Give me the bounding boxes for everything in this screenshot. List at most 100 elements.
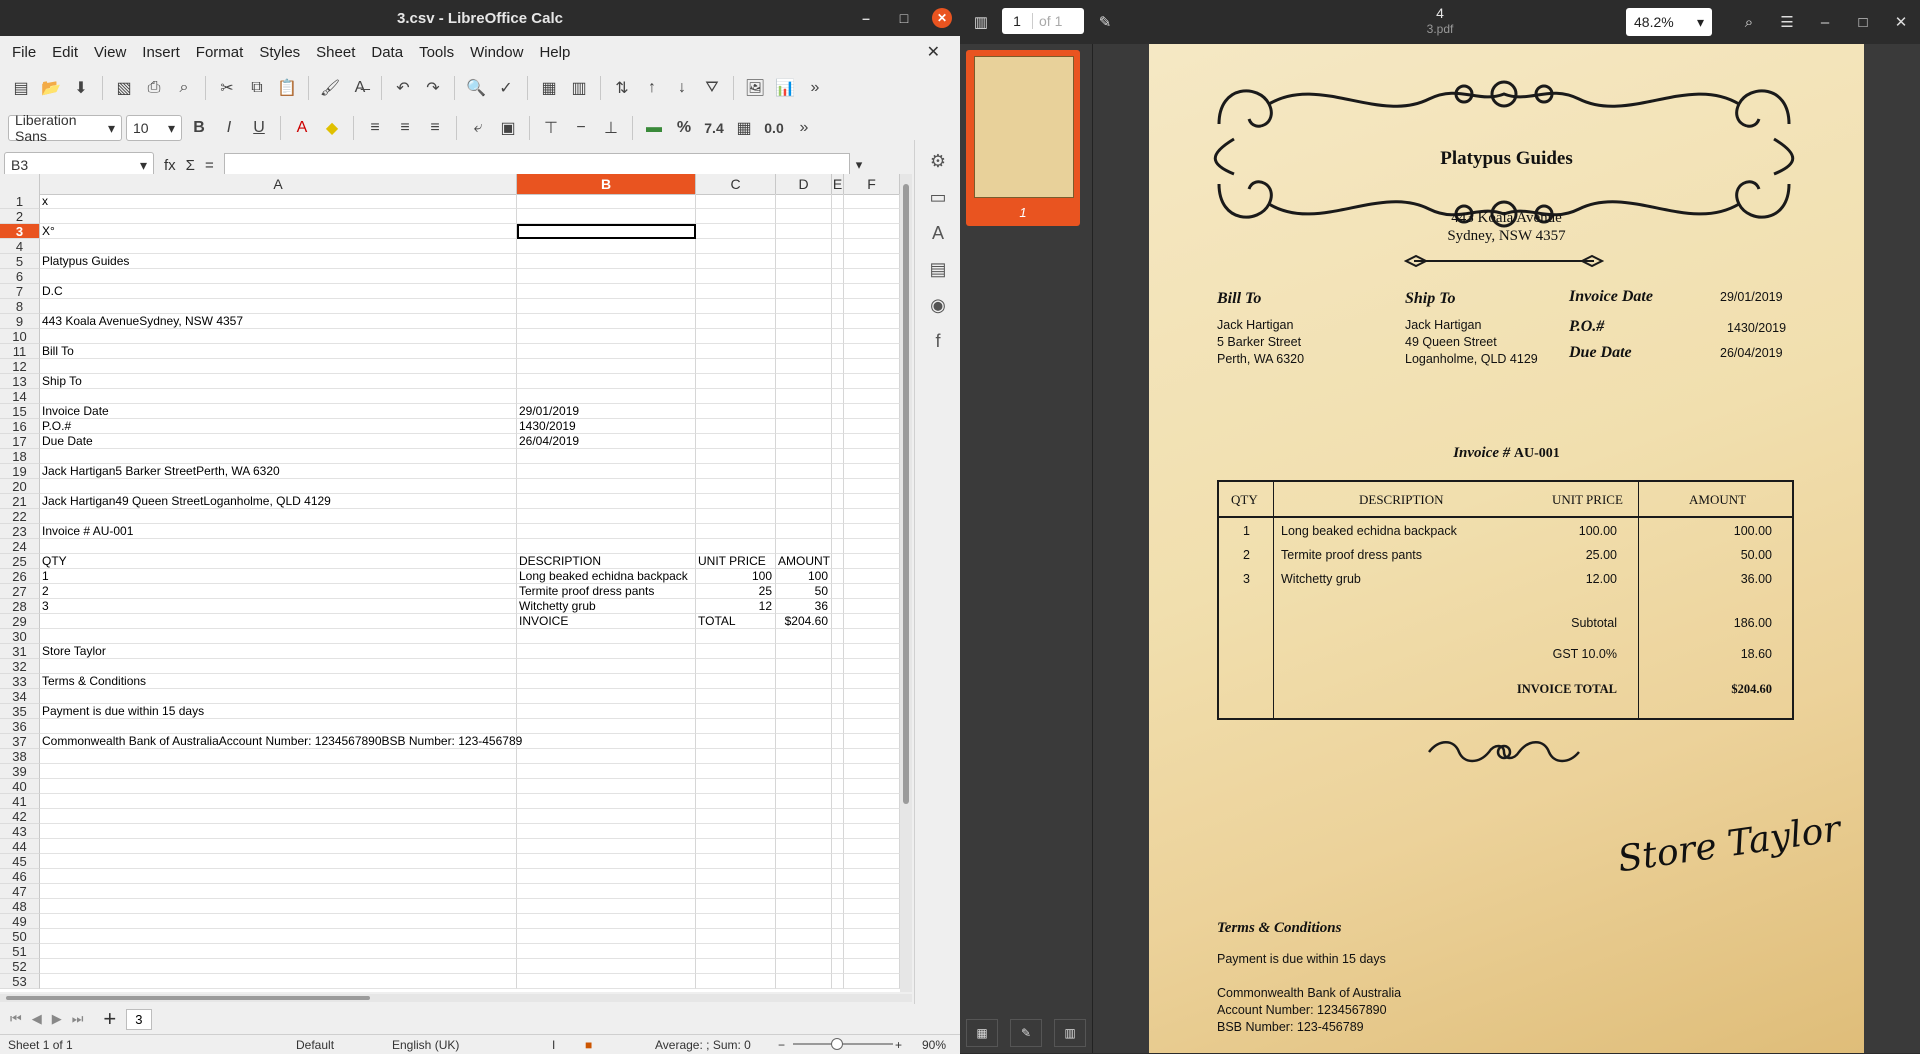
cell-a43[interactable] (40, 824, 517, 839)
cell-b30[interactable] (517, 629, 696, 644)
cell-c7[interactable] (696, 284, 776, 299)
cell-c3[interactable] (696, 224, 776, 239)
print-icon[interactable]: ⎙ (141, 74, 167, 102)
cell-empty[interactable] (832, 494, 844, 509)
cell-empty[interactable] (844, 554, 900, 569)
cell-c29[interactable]: TOTAL (696, 614, 776, 629)
cell-empty[interactable] (832, 974, 844, 989)
row-header[interactable]: 35 (0, 704, 40, 719)
cell-empty[interactable] (832, 404, 844, 419)
cell-a35[interactable]: Payment is due within 15 days (40, 704, 517, 719)
cell-empty[interactable] (844, 524, 900, 539)
row-header[interactable]: 19 (0, 464, 40, 479)
cell-a52[interactable] (40, 959, 517, 974)
cell-a48[interactable] (40, 899, 517, 914)
cell-b28[interactable]: Witchetty grub (517, 599, 696, 614)
cell-d41[interactable] (776, 794, 832, 809)
cell-d25[interactable]: AMOUNT (776, 554, 832, 569)
cell-a19[interactable]: Jack Hartigan5 Barker StreetPerth, WA 63… (40, 464, 517, 479)
cell-b17[interactable]: 26/04/2019 (517, 434, 696, 449)
cell-a40[interactable] (40, 779, 517, 794)
menu-window[interactable]: Window (462, 44, 531, 61)
cell-a2[interactable] (40, 209, 517, 224)
cell-b20[interactable] (517, 479, 696, 494)
cell-empty[interactable] (844, 614, 900, 629)
cell-empty[interactable] (844, 374, 900, 389)
cell-empty[interactable] (832, 524, 844, 539)
row-header[interactable]: 8 (0, 299, 40, 314)
annotations-view-icon[interactable]: ✎ (1010, 1019, 1042, 1047)
navigator-icon[interactable]: ◉ (923, 290, 953, 320)
cell-empty[interactable] (844, 359, 900, 374)
cell-d50[interactable] (776, 929, 832, 944)
cell-empty[interactable] (832, 224, 844, 239)
cell-d9[interactable] (776, 314, 832, 329)
cell-empty[interactable] (844, 869, 900, 884)
cell-c35[interactable] (696, 704, 776, 719)
redo-icon[interactable]: ↷ (420, 74, 446, 102)
insert-image-icon[interactable]: 🖼 (742, 74, 768, 102)
cell-b16[interactable]: 1430/2019 (517, 419, 696, 434)
cell-d11[interactable] (776, 344, 832, 359)
cell-a3[interactable]: X° (40, 224, 517, 239)
new-document-icon[interactable]: ▤ (8, 74, 34, 102)
cell-empty[interactable] (844, 419, 900, 434)
cell-b41[interactable] (517, 794, 696, 809)
row-header[interactable]: 14 (0, 389, 40, 404)
cell-b23[interactable] (517, 524, 696, 539)
cell-a50[interactable] (40, 929, 517, 944)
cell-c52[interactable] (696, 959, 776, 974)
cell-a15[interactable]: Invoice Date (40, 404, 517, 419)
cell-d8[interactable] (776, 299, 832, 314)
underline-button[interactable]: U (246, 114, 272, 142)
cell-empty[interactable] (832, 254, 844, 269)
menu-insert[interactable]: Insert (134, 44, 188, 61)
zoom-in-icon[interactable]: + (895, 1038, 902, 1052)
cell-d45[interactable] (776, 854, 832, 869)
cell-d23[interactable] (776, 524, 832, 539)
cell-a41[interactable] (40, 794, 517, 809)
row-header[interactable]: 2 (0, 209, 40, 224)
cell-c24[interactable] (696, 539, 776, 554)
row-header[interactable]: 48 (0, 899, 40, 914)
cell-empty[interactable] (832, 764, 844, 779)
align-center-icon[interactable]: ≡ (392, 114, 418, 142)
row-header[interactable]: 52 (0, 959, 40, 974)
cell-b50[interactable] (517, 929, 696, 944)
export-pdf-icon[interactable]: ▧ (111, 74, 137, 102)
row-header[interactable]: 31 (0, 644, 40, 659)
cell-d28[interactable]: 36 (776, 599, 832, 614)
cell-b32[interactable] (517, 659, 696, 674)
cell-d24[interactable] (776, 539, 832, 554)
cell-empty[interactable] (832, 749, 844, 764)
cell-a26[interactable]: 1 (40, 569, 517, 584)
find-replace-icon[interactable]: 🔍 (463, 74, 489, 102)
cell-d30[interactable] (776, 629, 832, 644)
cell-a18[interactable] (40, 449, 517, 464)
cell-b49[interactable] (517, 914, 696, 929)
cell-b18[interactable] (517, 449, 696, 464)
cell-b1[interactable] (517, 194, 696, 209)
cell-empty[interactable] (844, 389, 900, 404)
menu-data[interactable]: Data (363, 44, 411, 61)
cell-c39[interactable] (696, 764, 776, 779)
row-header[interactable]: 41 (0, 794, 40, 809)
save-icon[interactable]: ⬇ (68, 74, 94, 102)
cell-empty[interactable] (844, 794, 900, 809)
cell-empty[interactable] (844, 734, 900, 749)
row-header[interactable]: 3 (0, 224, 40, 239)
zoom-slider-knob[interactable] (831, 1038, 843, 1050)
row-header[interactable]: 6 (0, 269, 40, 284)
cell-d10[interactable] (776, 329, 832, 344)
menu-help[interactable]: Help (531, 44, 578, 61)
row-header[interactable]: 15 (0, 404, 40, 419)
cell-b4[interactable] (517, 239, 696, 254)
minimize-button[interactable]: – (1810, 7, 1840, 37)
cell-a12[interactable] (40, 359, 517, 374)
cell-empty[interactable] (844, 494, 900, 509)
cell-d42[interactable] (776, 809, 832, 824)
spreadsheet-grid[interactable]: A B C D E F 1 x 2 3 X° 4 5 Platypus Guides 6 7 D.C… (0, 174, 912, 992)
cell-a6[interactable] (40, 269, 517, 284)
row-header[interactable]: 29 (0, 614, 40, 629)
cell-empty[interactable] (832, 839, 844, 854)
